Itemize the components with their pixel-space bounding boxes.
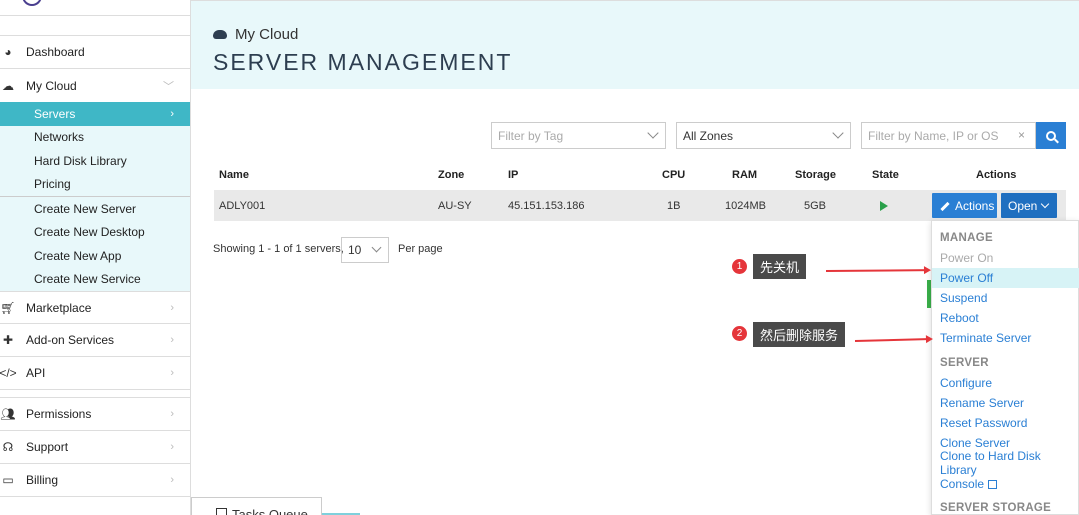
logo-icon bbox=[22, 0, 42, 6]
chevron-down-icon bbox=[647, 127, 659, 139]
sidebar-item-permissions[interactable]: 👥︎ Permissions › bbox=[0, 398, 190, 431]
annotation-arrow-2 bbox=[854, 338, 932, 342]
menu-item-rename-server[interactable]: Rename Server bbox=[932, 393, 1079, 413]
column-header-name[interactable]: Name bbox=[219, 169, 249, 181]
sidebar-item-create-service[interactable]: Create New Service bbox=[0, 268, 190, 292]
page-header: My Cloud SERVER MANAGEMENT bbox=[191, 0, 1079, 89]
sidebar-item-create-server[interactable]: Create New Server bbox=[0, 197, 190, 221]
column-header-storage[interactable]: Storage bbox=[795, 169, 836, 181]
sidebar-item-billing[interactable]: ▭ Billing › bbox=[0, 464, 190, 497]
cloud-icon bbox=[213, 30, 227, 39]
open-button[interactable]: Open bbox=[1001, 193, 1057, 218]
menu-item-terminate-server[interactable]: Terminate Server bbox=[932, 328, 1079, 348]
code-icon: </> bbox=[0, 366, 17, 380]
menu-header-server: SERVER bbox=[940, 357, 989, 369]
chevron-down-icon bbox=[832, 127, 844, 139]
sidebar-item-dashboard[interactable]: ◕ Dashboard bbox=[0, 36, 190, 69]
chevron-down-icon: ﹀ bbox=[163, 80, 174, 93]
column-header-cpu[interactable]: CPU bbox=[662, 169, 685, 181]
sidebar-item-hard-disk-library[interactable]: Hard Disk Library bbox=[0, 149, 190, 173]
per-page-select[interactable]: 10 bbox=[341, 237, 389, 263]
server-ram: 1024MB bbox=[725, 200, 766, 212]
server-name[interactable]: ADLY001 bbox=[219, 200, 265, 212]
column-header-ram[interactable]: RAM bbox=[732, 169, 757, 181]
search-button[interactable] bbox=[1036, 122, 1066, 149]
menu-item-suspend[interactable]: Suspend bbox=[932, 288, 1079, 308]
clear-icon[interactable]: × bbox=[1018, 128, 1025, 142]
sidebar-item-create-app[interactable]: Create New App bbox=[0, 244, 190, 268]
annotation-label-1: 先关机 bbox=[753, 254, 807, 279]
actions-dropdown-menu: MANAGE Power On Power Off Suspend Reboot… bbox=[931, 220, 1079, 515]
server-cpu: 1B bbox=[667, 200, 681, 212]
chevron-right-icon: › bbox=[170, 334, 174, 346]
annotation-number-1: 1 bbox=[732, 259, 747, 274]
tag-filter-select[interactable]: Filter by Tag bbox=[491, 122, 666, 149]
menu-item-configure[interactable]: Configure bbox=[932, 373, 1079, 393]
wrench-icon bbox=[940, 201, 950, 211]
cloud-icon: ☁ bbox=[2, 78, 14, 93]
menu-item-reset-password[interactable]: Reset Password bbox=[932, 413, 1079, 433]
my-cloud-submenu: Servers › Networks Hard Disk Library Pri… bbox=[0, 102, 190, 291]
sidebar-item-my-cloud[interactable]: ☁ My Cloud ﹀ bbox=[0, 69, 190, 102]
chevron-right-icon: › bbox=[170, 301, 174, 314]
sidebar-item-add-on-services[interactable]: ✚ Add-on Services › bbox=[0, 324, 190, 357]
column-header-state[interactable]: State bbox=[872, 169, 899, 181]
per-page-label: Per page bbox=[398, 243, 443, 255]
menu-item-reboot[interactable]: Reboot bbox=[932, 308, 1079, 328]
chevron-right-icon: › bbox=[170, 474, 174, 486]
menu-item-clone-to-hard-disk[interactable]: Clone to Hard Disk Library bbox=[932, 449, 1079, 477]
menu-header-server-storage: SERVER STORAGE bbox=[940, 502, 1052, 514]
server-zone: AU-SY bbox=[438, 200, 472, 212]
actions-button[interactable]: Actions bbox=[932, 193, 997, 218]
logo-area bbox=[0, 0, 190, 16]
menu-item-power-on[interactable]: Power On bbox=[932, 248, 1079, 268]
chevron-down-icon bbox=[1040, 199, 1050, 209]
sidebar-item-servers[interactable]: Servers › bbox=[0, 102, 190, 126]
menu-item-power-off[interactable]: Power Off bbox=[932, 268, 1079, 288]
sidebar-item-create-desktop[interactable]: Create New Desktop bbox=[0, 221, 190, 245]
external-link-icon bbox=[988, 479, 998, 489]
sidebar-item-marketplace[interactable]: 🛒︎ Marketplace › bbox=[0, 291, 190, 324]
breadcrumb: My Cloud bbox=[213, 26, 298, 43]
annotation-label-2: 然后删除服务 bbox=[753, 322, 846, 347]
column-header-ip[interactable]: IP bbox=[508, 169, 518, 181]
annotation-number-2: 2 bbox=[732, 326, 747, 341]
menu-item-console[interactable]: Console bbox=[932, 474, 1079, 494]
annotation-arrow-1 bbox=[825, 269, 930, 272]
sidebar-item-networks[interactable]: Networks bbox=[0, 126, 190, 150]
search-icon bbox=[1046, 130, 1056, 141]
running-state-icon bbox=[880, 201, 888, 211]
tasks-queue-tab[interactable]: Tasks Queue bbox=[191, 497, 322, 515]
sidebar-item-support[interactable]: ☊ Support › bbox=[0, 431, 190, 464]
cart-icon: 🛒︎ bbox=[0, 300, 16, 315]
page-title: SERVER MANAGEMENT bbox=[213, 49, 513, 75]
chevron-down-icon bbox=[371, 242, 382, 253]
chevron-right-icon: › bbox=[170, 408, 174, 420]
chevron-right-icon: › bbox=[170, 441, 174, 453]
headset-icon: ☊ bbox=[2, 440, 14, 454]
chevron-right-icon: › bbox=[170, 107, 174, 120]
users-icon: 👥︎ bbox=[0, 407, 16, 421]
results-summary: Showing 1 - 1 of 1 servers, bbox=[213, 243, 344, 255]
puzzle-icon: ✚ bbox=[2, 333, 14, 347]
credit-card-icon: ▭ bbox=[2, 473, 14, 487]
column-header-zone[interactable]: Zone bbox=[438, 169, 464, 181]
server-storage: 5GB bbox=[804, 200, 827, 212]
sidebar-item-api[interactable]: </> API › bbox=[0, 357, 190, 390]
column-header-actions: Actions bbox=[976, 169, 1017, 181]
dashboard-icon: ◕ bbox=[4, 45, 12, 59]
sidebar: ◕ Dashboard ☁ My Cloud ﹀ Servers › Netwo… bbox=[0, 0, 191, 515]
menu-header-manage: MANAGE bbox=[940, 232, 993, 244]
server-ip: 45.151.153.186 bbox=[508, 200, 585, 212]
checkbox-icon bbox=[216, 508, 227, 515]
chevron-right-icon: › bbox=[170, 367, 174, 379]
sidebar-item-pricing[interactable]: Pricing bbox=[0, 173, 190, 197]
search-input[interactable]: Filter by Name, IP or OS × bbox=[861, 122, 1036, 149]
zone-filter-select[interactable]: All Zones bbox=[676, 122, 851, 149]
